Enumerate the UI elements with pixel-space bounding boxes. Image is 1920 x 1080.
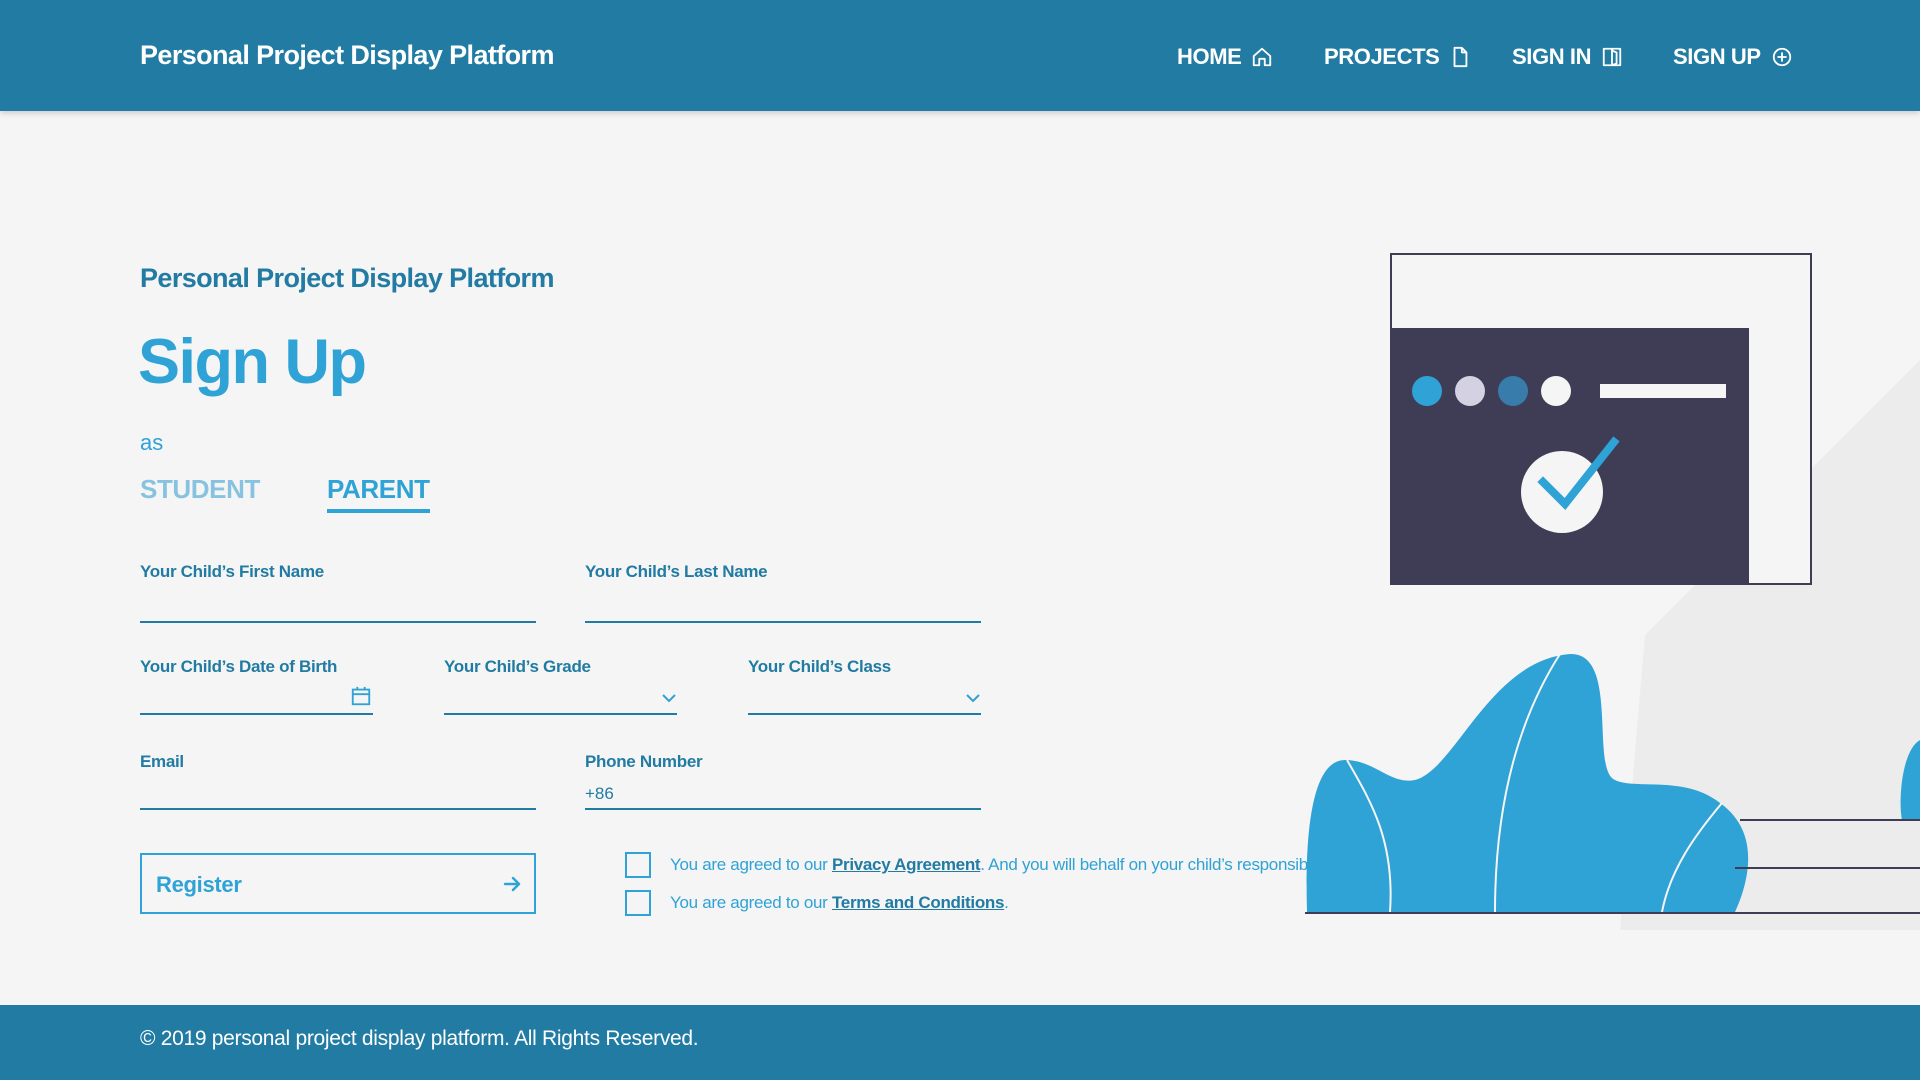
tab-parent[interactable]: PARENT <box>327 474 430 513</box>
last-name-input[interactable] <box>585 592 981 620</box>
window-dot <box>1498 376 1528 406</box>
grade-select[interactable] <box>444 686 644 714</box>
chevron-down-icon[interactable] <box>965 692 981 704</box>
signup-illustration <box>1305 253 1920 930</box>
brand-title[interactable]: Personal Project Display Platform <box>140 40 554 71</box>
email-underline <box>140 808 536 810</box>
last-name-label: Your Child’s Last Name <box>585 562 768 581</box>
privacy-agreement-link[interactable]: Privacy Agreement <box>832 855 981 874</box>
last-name-underline <box>585 621 981 623</box>
terms-checkbox[interactable] <box>625 890 651 916</box>
calendar-icon[interactable] <box>350 685 372 707</box>
nav-home[interactable]: HOME <box>1177 42 1273 72</box>
document-icon <box>1453 46 1468 68</box>
register-button-label: Register <box>156 872 242 897</box>
class-underline <box>748 713 981 715</box>
dob-input[interactable] <box>140 686 340 714</box>
plus-circle-icon <box>1772 47 1791 67</box>
class-label: Your Child’s Class <box>748 657 891 676</box>
nav-sign-in-label: SIGN IN <box>1512 44 1592 69</box>
terms-link[interactable]: Terms and Conditions <box>832 893 1005 912</box>
as-label: as <box>140 430 164 455</box>
register-button[interactable]: Register <box>140 853 536 914</box>
privacy-agreement-checkbox[interactable] <box>625 852 651 878</box>
phone-label: Phone Number <box>585 752 703 771</box>
terms-prefix: You are agreed to our <box>670 893 832 912</box>
phone-input[interactable] <box>625 780 981 808</box>
address-bar <box>1600 384 1726 398</box>
dob-underline <box>140 713 373 715</box>
chevron-down-icon[interactable] <box>661 692 677 704</box>
form-subtitle: Personal Project Display Platform <box>140 263 554 293</box>
check-circle <box>1521 451 1603 533</box>
grade-underline <box>444 713 677 715</box>
arrow-right-icon <box>503 876 521 892</box>
phone-country-code: +86 <box>585 784 614 803</box>
nav-sign-up-label: SIGN UP <box>1673 44 1761 69</box>
class-select[interactable] <box>748 686 948 714</box>
email-label: Email <box>140 752 184 771</box>
nav-home-label: HOME <box>1177 44 1242 69</box>
first-name-input[interactable] <box>140 592 536 620</box>
first-name-underline <box>140 621 536 623</box>
nav-sign-up[interactable]: SIGN UP <box>1673 42 1793 72</box>
nav-projects-label: PROJECTS <box>1324 44 1440 69</box>
email-input[interactable] <box>140 780 536 808</box>
sign-in-icon <box>1602 47 1622 67</box>
tab-student[interactable]: STUDENT <box>140 474 260 505</box>
privacy-agreement-suffix: . And you will behalf on your child’s re… <box>980 855 1335 874</box>
window-dot <box>1412 376 1442 406</box>
home-icon <box>1253 47 1272 67</box>
nav-sign-in[interactable]: SIGN IN <box>1512 42 1623 72</box>
privacy-agreement-prefix: You are agreed to our <box>670 855 832 874</box>
privacy-agreement-text: You are agreed to our Privacy Agreement.… <box>670 855 1334 875</box>
nav-projects[interactable]: PROJECTS <box>1324 42 1471 72</box>
window-dot <box>1541 376 1571 406</box>
terms-text: You are agreed to our Terms and Conditio… <box>670 893 1009 913</box>
page-title: Sign Up <box>138 327 367 397</box>
phone-underline <box>585 808 981 810</box>
window-dot <box>1455 376 1485 406</box>
terms-suffix: . <box>1004 893 1009 912</box>
first-name-label: Your Child’s First Name <box>140 562 324 581</box>
grade-label: Your Child’s Grade <box>444 657 591 676</box>
top-navbar: Personal Project Display Platform HOME P… <box>0 0 1920 111</box>
copyright-text: © 2019 personal project display platform… <box>140 1027 699 1050</box>
dob-label: Your Child’s Date of Birth <box>140 657 338 676</box>
